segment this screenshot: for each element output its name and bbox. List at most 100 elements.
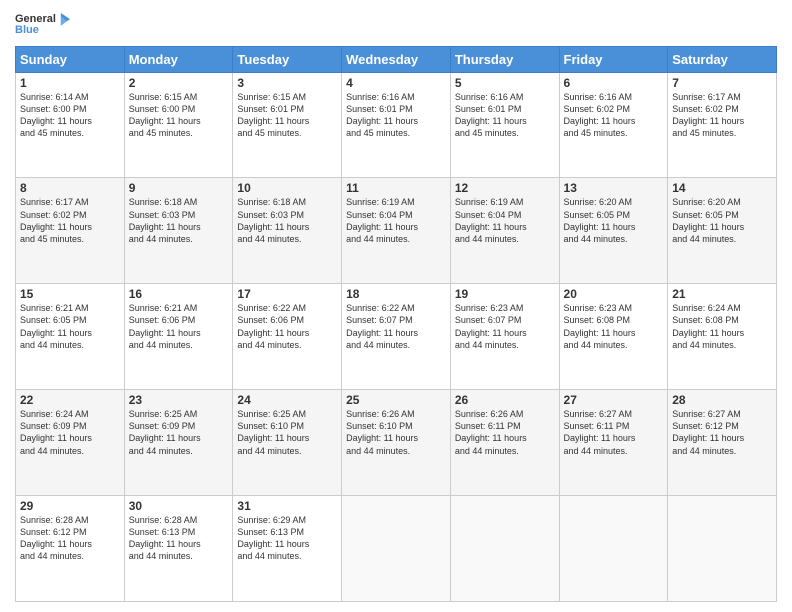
calendar-cell: 20Sunrise: 6:23 AM Sunset: 6:08 PM Dayli…: [559, 284, 668, 390]
day-info: Sunrise: 6:19 AM Sunset: 6:04 PM Dayligh…: [455, 196, 555, 245]
calendar-week-row: 29Sunrise: 6:28 AM Sunset: 6:12 PM Dayli…: [16, 496, 777, 602]
day-info: Sunrise: 6:16 AM Sunset: 6:02 PM Dayligh…: [564, 91, 664, 140]
day-number: 7: [672, 76, 772, 90]
calendar-cell: 29Sunrise: 6:28 AM Sunset: 6:12 PM Dayli…: [16, 496, 125, 602]
day-info: Sunrise: 6:20 AM Sunset: 6:05 PM Dayligh…: [564, 196, 664, 245]
calendar-cell: 12Sunrise: 6:19 AM Sunset: 6:04 PM Dayli…: [450, 178, 559, 284]
day-number: 11: [346, 181, 446, 195]
calendar-cell: 15Sunrise: 6:21 AM Sunset: 6:05 PM Dayli…: [16, 284, 125, 390]
day-info: Sunrise: 6:16 AM Sunset: 6:01 PM Dayligh…: [346, 91, 446, 140]
day-number: 1: [20, 76, 120, 90]
day-number: 21: [672, 287, 772, 301]
day-info: Sunrise: 6:22 AM Sunset: 6:07 PM Dayligh…: [346, 302, 446, 351]
day-info: Sunrise: 6:14 AM Sunset: 6:00 PM Dayligh…: [20, 91, 120, 140]
day-number: 31: [237, 499, 337, 513]
logo-svg: General Blue: [15, 10, 70, 38]
calendar-table: Sunday Monday Tuesday Wednesday Thursday…: [15, 46, 777, 603]
calendar-cell: 22Sunrise: 6:24 AM Sunset: 6:09 PM Dayli…: [16, 390, 125, 496]
calendar-cell: 8Sunrise: 6:17 AM Sunset: 6:02 PM Daylig…: [16, 178, 125, 284]
day-info: Sunrise: 6:23 AM Sunset: 6:08 PM Dayligh…: [564, 302, 664, 351]
calendar-cell: 7Sunrise: 6:17 AM Sunset: 6:02 PM Daylig…: [668, 72, 777, 178]
day-number: 24: [237, 393, 337, 407]
calendar-cell: 25Sunrise: 6:26 AM Sunset: 6:10 PM Dayli…: [342, 390, 451, 496]
day-number: 2: [129, 76, 229, 90]
day-info: Sunrise: 6:21 AM Sunset: 6:06 PM Dayligh…: [129, 302, 229, 351]
day-info: Sunrise: 6:20 AM Sunset: 6:05 PM Dayligh…: [672, 196, 772, 245]
col-saturday: Saturday: [668, 46, 777, 72]
calendar-cell: 30Sunrise: 6:28 AM Sunset: 6:13 PM Dayli…: [124, 496, 233, 602]
day-info: Sunrise: 6:19 AM Sunset: 6:04 PM Dayligh…: [346, 196, 446, 245]
day-info: Sunrise: 6:27 AM Sunset: 6:11 PM Dayligh…: [564, 408, 664, 457]
calendar-cell: 14Sunrise: 6:20 AM Sunset: 6:05 PM Dayli…: [668, 178, 777, 284]
calendar-cell: 6Sunrise: 6:16 AM Sunset: 6:02 PM Daylig…: [559, 72, 668, 178]
header: General Blue: [15, 10, 777, 38]
calendar-cell: [450, 496, 559, 602]
calendar-header-row: Sunday Monday Tuesday Wednesday Thursday…: [16, 46, 777, 72]
calendar-cell: 3Sunrise: 6:15 AM Sunset: 6:01 PM Daylig…: [233, 72, 342, 178]
day-info: Sunrise: 6:22 AM Sunset: 6:06 PM Dayligh…: [237, 302, 337, 351]
day-info: Sunrise: 6:17 AM Sunset: 6:02 PM Dayligh…: [20, 196, 120, 245]
calendar-cell: 31Sunrise: 6:29 AM Sunset: 6:13 PM Dayli…: [233, 496, 342, 602]
day-number: 14: [672, 181, 772, 195]
day-number: 25: [346, 393, 446, 407]
day-number: 26: [455, 393, 555, 407]
col-thursday: Thursday: [450, 46, 559, 72]
day-number: 20: [564, 287, 664, 301]
day-info: Sunrise: 6:28 AM Sunset: 6:13 PM Dayligh…: [129, 514, 229, 563]
day-info: Sunrise: 6:29 AM Sunset: 6:13 PM Dayligh…: [237, 514, 337, 563]
day-number: 5: [455, 76, 555, 90]
calendar-cell: 16Sunrise: 6:21 AM Sunset: 6:06 PM Dayli…: [124, 284, 233, 390]
calendar-cell: 19Sunrise: 6:23 AM Sunset: 6:07 PM Dayli…: [450, 284, 559, 390]
calendar-cell: 26Sunrise: 6:26 AM Sunset: 6:11 PM Dayli…: [450, 390, 559, 496]
day-number: 22: [20, 393, 120, 407]
calendar-cell: 2Sunrise: 6:15 AM Sunset: 6:00 PM Daylig…: [124, 72, 233, 178]
calendar-cell: [559, 496, 668, 602]
svg-text:General: General: [15, 13, 56, 25]
day-info: Sunrise: 6:26 AM Sunset: 6:10 PM Dayligh…: [346, 408, 446, 457]
day-info: Sunrise: 6:25 AM Sunset: 6:10 PM Dayligh…: [237, 408, 337, 457]
day-number: 6: [564, 76, 664, 90]
day-number: 12: [455, 181, 555, 195]
calendar-cell: 21Sunrise: 6:24 AM Sunset: 6:08 PM Dayli…: [668, 284, 777, 390]
calendar-cell: 23Sunrise: 6:25 AM Sunset: 6:09 PM Dayli…: [124, 390, 233, 496]
day-number: 29: [20, 499, 120, 513]
day-info: Sunrise: 6:21 AM Sunset: 6:05 PM Dayligh…: [20, 302, 120, 351]
day-info: Sunrise: 6:27 AM Sunset: 6:12 PM Dayligh…: [672, 408, 772, 457]
day-number: 8: [20, 181, 120, 195]
logo: General Blue: [15, 10, 70, 38]
day-number: 17: [237, 287, 337, 301]
calendar-cell: 1Sunrise: 6:14 AM Sunset: 6:00 PM Daylig…: [16, 72, 125, 178]
calendar-cell: 17Sunrise: 6:22 AM Sunset: 6:06 PM Dayli…: [233, 284, 342, 390]
day-number: 23: [129, 393, 229, 407]
svg-text:Blue: Blue: [15, 24, 39, 36]
calendar-cell: 10Sunrise: 6:18 AM Sunset: 6:03 PM Dayli…: [233, 178, 342, 284]
day-number: 28: [672, 393, 772, 407]
col-friday: Friday: [559, 46, 668, 72]
calendar-week-row: 8Sunrise: 6:17 AM Sunset: 6:02 PM Daylig…: [16, 178, 777, 284]
col-tuesday: Tuesday: [233, 46, 342, 72]
calendar-cell: 4Sunrise: 6:16 AM Sunset: 6:01 PM Daylig…: [342, 72, 451, 178]
day-info: Sunrise: 6:26 AM Sunset: 6:11 PM Dayligh…: [455, 408, 555, 457]
calendar-cell: 27Sunrise: 6:27 AM Sunset: 6:11 PM Dayli…: [559, 390, 668, 496]
col-wednesday: Wednesday: [342, 46, 451, 72]
day-info: Sunrise: 6:16 AM Sunset: 6:01 PM Dayligh…: [455, 91, 555, 140]
day-number: 9: [129, 181, 229, 195]
day-info: Sunrise: 6:18 AM Sunset: 6:03 PM Dayligh…: [237, 196, 337, 245]
calendar-cell: 11Sunrise: 6:19 AM Sunset: 6:04 PM Dayli…: [342, 178, 451, 284]
day-info: Sunrise: 6:25 AM Sunset: 6:09 PM Dayligh…: [129, 408, 229, 457]
day-info: Sunrise: 6:18 AM Sunset: 6:03 PM Dayligh…: [129, 196, 229, 245]
day-number: 13: [564, 181, 664, 195]
day-info: Sunrise: 6:15 AM Sunset: 6:00 PM Dayligh…: [129, 91, 229, 140]
day-number: 30: [129, 499, 229, 513]
day-number: 18: [346, 287, 446, 301]
calendar-week-row: 22Sunrise: 6:24 AM Sunset: 6:09 PM Dayli…: [16, 390, 777, 496]
day-info: Sunrise: 6:24 AM Sunset: 6:09 PM Dayligh…: [20, 408, 120, 457]
day-number: 27: [564, 393, 664, 407]
col-sunday: Sunday: [16, 46, 125, 72]
day-number: 4: [346, 76, 446, 90]
calendar-cell: [668, 496, 777, 602]
calendar-cell: 24Sunrise: 6:25 AM Sunset: 6:10 PM Dayli…: [233, 390, 342, 496]
calendar-cell: [342, 496, 451, 602]
day-number: 3: [237, 76, 337, 90]
calendar-cell: 28Sunrise: 6:27 AM Sunset: 6:12 PM Dayli…: [668, 390, 777, 496]
